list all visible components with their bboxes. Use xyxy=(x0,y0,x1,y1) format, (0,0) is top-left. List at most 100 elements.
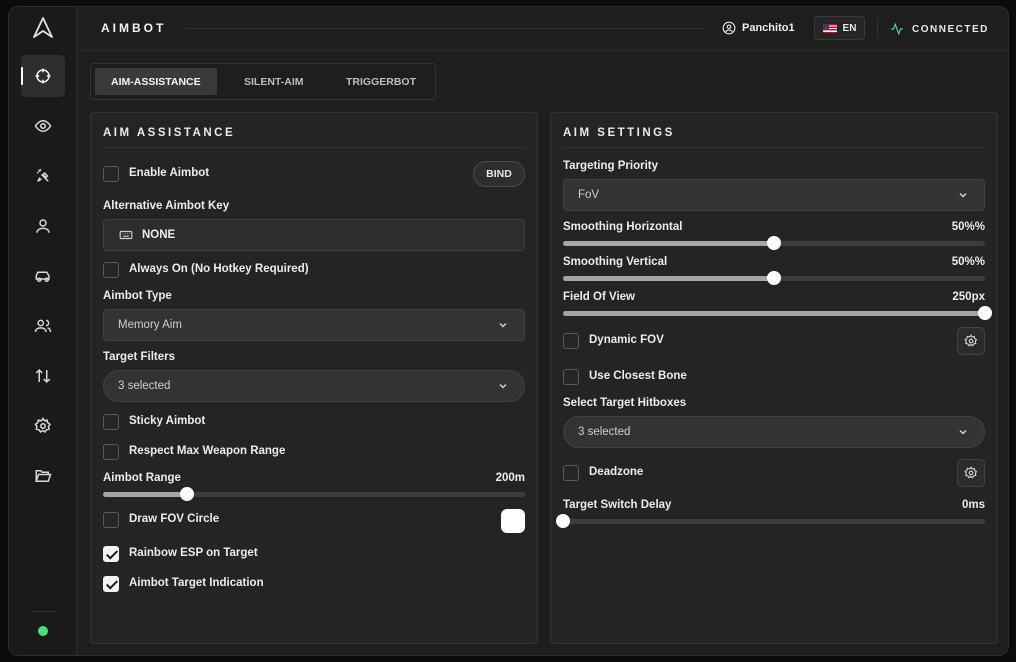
page-title: AIMBOT xyxy=(101,21,167,35)
header-divider xyxy=(877,19,878,37)
sidebar-item-player[interactable] xyxy=(21,205,65,247)
tab-triggerbot[interactable]: TRIGGERBOT xyxy=(330,68,432,95)
sidebar xyxy=(9,7,77,655)
gear-icon xyxy=(964,466,978,479)
slider-fill xyxy=(563,311,985,316)
switch-delay-label: Target Switch Delay xyxy=(563,499,672,511)
eye-icon xyxy=(34,119,52,133)
aimbot-range-slider[interactable] xyxy=(103,487,525,501)
connection-status: CONNECTED xyxy=(890,22,989,36)
header: AIMBOT Panchito1 EN CONNECTED xyxy=(77,7,1008,51)
smoothing-vertical-value: 50%% xyxy=(951,256,985,268)
bind-button[interactable]: BIND xyxy=(473,161,525,187)
closest-bone-checkbox[interactable] xyxy=(563,369,579,385)
smoothing-vertical-label: Smoothing Vertical xyxy=(563,256,668,268)
username: Panchito1 xyxy=(742,22,795,34)
tab-bar: AIM-ASSISTANCE SILENT-AIM TRIGGERBOT xyxy=(90,63,436,100)
sidebar-item-configs[interactable] xyxy=(21,455,65,497)
switch-delay-slider[interactable] xyxy=(556,514,985,528)
user-profile[interactable]: Panchito1 xyxy=(722,21,795,35)
folder-open-icon xyxy=(35,470,52,482)
gear-icon xyxy=(964,334,978,347)
aimbot-range-value: 200m xyxy=(495,472,525,484)
app-window: AIMBOT Panchito1 EN CONNECTED AIM-ASSIST… xyxy=(8,6,1009,656)
crosshair-icon xyxy=(35,68,51,84)
hitboxes-label: Select Target Hitboxes xyxy=(563,397,687,409)
slider-fill xyxy=(563,241,774,246)
aim-settings-panel: AIM SETTINGS Targeting Priority FoV Smoo… xyxy=(550,112,998,644)
targeting-priority-label: Targeting Priority xyxy=(563,160,658,172)
gear-icon xyxy=(34,417,52,434)
dynamic-fov-label: Dynamic FOV xyxy=(589,334,664,346)
alt-key-field[interactable]: NONE xyxy=(103,219,525,251)
users-icon xyxy=(34,319,52,333)
enable-aimbot-label: Enable Aimbot xyxy=(129,167,210,179)
aimbot-range-label: Aimbot Range xyxy=(103,472,181,484)
respect-range-checkbox[interactable] xyxy=(103,444,119,460)
slider-knob[interactable] xyxy=(180,487,195,501)
aimbot-type-select[interactable]: Memory Aim xyxy=(103,309,525,341)
switch-delay-value: 0ms xyxy=(961,499,985,511)
tab-silent-aim[interactable]: SILENT-AIM xyxy=(228,68,320,95)
draw-fov-checkbox[interactable] xyxy=(103,512,119,528)
deadzone-settings-button[interactable] xyxy=(957,459,985,487)
target-filters-select[interactable]: 3 selected xyxy=(103,370,525,402)
slider-fill xyxy=(563,276,774,281)
sticky-aimbot-label: Sticky Aimbot xyxy=(129,415,206,427)
slider-knob[interactable] xyxy=(767,236,781,250)
sidebar-item-settings[interactable] xyxy=(21,405,65,447)
sidebar-item-transfer[interactable] xyxy=(21,355,65,397)
sidebar-item-aimbot[interactable] xyxy=(21,55,65,97)
title-divider xyxy=(185,28,705,29)
field-of-view-slider[interactable] xyxy=(563,306,992,320)
chevron-down-icon xyxy=(959,192,967,198)
slider-knob[interactable] xyxy=(767,271,781,285)
tab-aim-assistance[interactable]: AIM-ASSISTANCE xyxy=(95,68,217,95)
panel-title: AIM ASSISTANCE xyxy=(103,127,236,139)
sidebar-item-players[interactable] xyxy=(21,305,65,347)
sidebar-item-visuals[interactable] xyxy=(21,105,65,147)
slider-knob[interactable] xyxy=(556,514,570,528)
language-selector[interactable]: EN xyxy=(814,16,865,40)
sidebar-item-vehicle[interactable] xyxy=(21,255,65,297)
smoothing-vertical-slider[interactable] xyxy=(563,271,985,285)
rainbow-esp-checkbox[interactable] xyxy=(103,546,119,562)
smoothing-horizontal-value: 50%% xyxy=(951,221,985,233)
slider-knob[interactable] xyxy=(978,306,992,320)
target-indication-checkbox[interactable] xyxy=(103,576,119,592)
field-of-view-value: 250px xyxy=(952,291,985,303)
hitboxes-select[interactable]: 3 selected xyxy=(563,416,985,448)
hitboxes-value: 3 selected xyxy=(578,426,631,438)
always-on-label: Always On (No Hotkey Required) xyxy=(129,263,309,275)
smoothing-horizontal-label: Smoothing Horizontal xyxy=(563,221,683,233)
dynamic-fov-settings-button[interactable] xyxy=(957,327,985,355)
dynamic-fov-checkbox[interactable] xyxy=(563,333,579,349)
deadzone-checkbox[interactable] xyxy=(563,465,579,481)
us-flag-icon xyxy=(822,23,837,33)
chevron-down-icon xyxy=(499,383,507,389)
chevron-down-icon xyxy=(959,429,967,435)
panel-divider xyxy=(103,147,525,148)
rainbow-esp-label: Rainbow ESP on Target xyxy=(129,547,258,559)
smoothing-horizontal-slider[interactable] xyxy=(563,236,985,250)
sticky-aimbot-checkbox[interactable] xyxy=(103,414,119,430)
closest-bone-label: Use Closest Bone xyxy=(589,370,687,382)
user-circle-icon xyxy=(722,21,736,35)
keyboard-icon xyxy=(119,230,133,240)
connection-status-text: CONNECTED xyxy=(912,23,989,35)
deadzone-label: Deadzone xyxy=(589,466,644,478)
draw-fov-label: Draw FOV Circle xyxy=(129,513,220,525)
fov-color-swatch[interactable] xyxy=(501,509,525,533)
alt-key-label: Alternative Aimbot Key xyxy=(103,200,230,212)
targeting-priority-select[interactable]: FoV xyxy=(563,179,985,211)
connection-status-dot xyxy=(38,626,48,636)
always-on-checkbox[interactable] xyxy=(103,262,119,278)
language-code: EN xyxy=(842,22,857,34)
car-icon xyxy=(35,271,50,282)
enable-aimbot-checkbox[interactable] xyxy=(103,166,119,182)
slider-fill xyxy=(103,492,188,497)
sidebar-item-tools[interactable] xyxy=(21,155,65,197)
sidebar-divider xyxy=(31,611,55,612)
panel-divider xyxy=(563,147,985,148)
targeting-priority-value: FoV xyxy=(578,189,600,201)
